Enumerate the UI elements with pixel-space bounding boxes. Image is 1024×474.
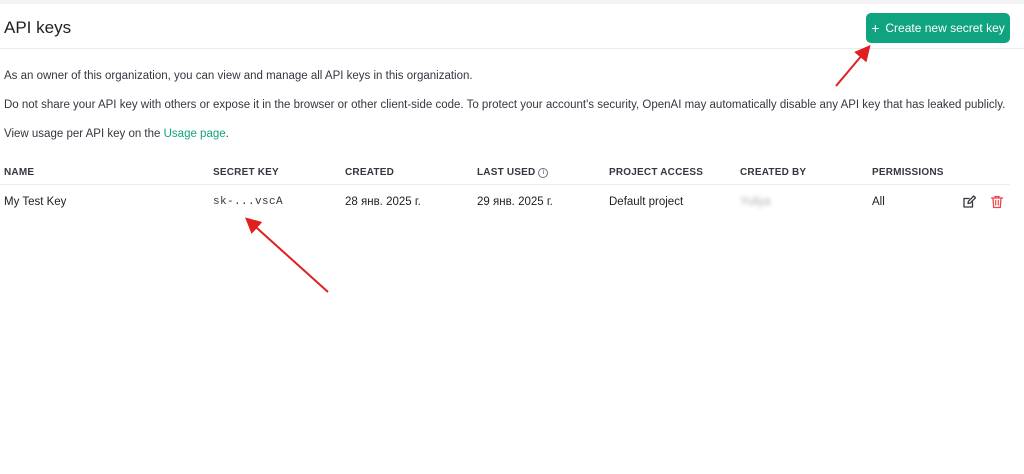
security-warning-text: Do not share your API key with others or… [4,99,1006,111]
page-title: API keys [4,18,72,37]
column-header-permissions: PERMISSIONS [872,167,944,178]
column-header-project-access: PROJECT ACCESS [609,167,704,178]
create-button-label: Create new secret key [885,21,1005,35]
secret-key-value: sk-...vscA [213,196,284,208]
column-header-created-by: CREATED BY [740,167,807,178]
usage-info-text: View usage per API key on the Usage page… [4,128,229,140]
project-access-value: Default project [609,196,684,208]
column-header-secret-key: SECRET KEY [213,167,279,178]
column-header-created: CREATED [345,167,394,178]
create-new-secret-key-button[interactable]: + Create new secret key [866,13,1010,43]
annotation-arrow-create-button [835,44,871,87]
edit-icon[interactable] [961,194,977,210]
usage-info-prefix: View usage per API key on the [4,128,164,140]
column-header-name: NAME [4,167,35,178]
page-header: API keys + Create new secret key [0,4,1024,49]
annotation-arrow-secret-key [245,217,329,293]
column-header-last-used-label: LAST USED [477,167,536,178]
usage-page-link[interactable]: Usage page [164,128,226,140]
table-header-divider [0,184,1010,185]
plus-icon: + [871,20,880,36]
info-icon[interactable]: i [538,168,549,178]
created-by-value: Yuliya [740,196,771,208]
trash-icon[interactable] [989,194,1005,210]
key-name: My Test Key [4,196,67,208]
column-header-last-used: LAST USED i [477,167,549,178]
owner-info-text: As an owner of this organization, you ca… [4,70,473,82]
last-used-date: 29 янв. 2025 г. [477,196,553,208]
permissions-value: All [872,196,885,208]
usage-info-suffix: . [225,128,229,140]
created-date: 28 янв. 2025 г. [345,196,421,208]
